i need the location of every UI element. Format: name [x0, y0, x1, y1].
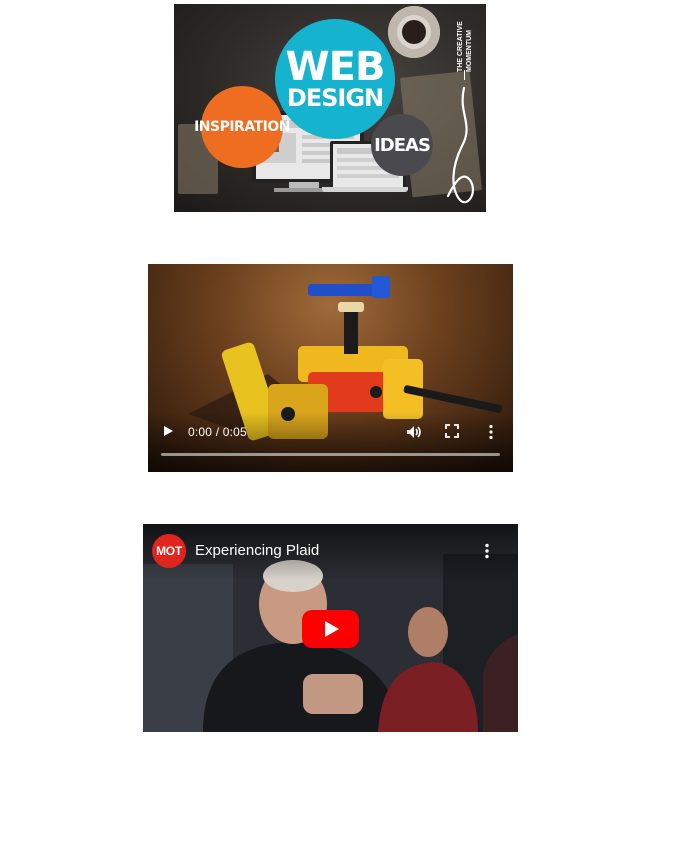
video-controls-bar: 0:00 / 0:05	[148, 422, 513, 442]
youtube-play-icon[interactable]	[302, 610, 359, 648]
youtube-embed[interactable]: MOT Experiencing Plaid	[143, 524, 518, 732]
volume-icon[interactable]	[405, 423, 423, 441]
more-options-icon[interactable]	[488, 424, 494, 440]
web-design-circle: WEB DESIGN	[275, 19, 395, 139]
brand-divider	[464, 70, 465, 80]
ideas-label: IDEAS	[374, 134, 431, 156]
ideas-circle: IDEAS	[371, 114, 433, 176]
play-icon[interactable]	[164, 426, 173, 436]
headline-web: WEB	[285, 44, 386, 90]
web-design-image: WEB DESIGN INSPIRATION IDEAS THE CREATIV…	[174, 4, 486, 212]
progress-track[interactable]	[161, 453, 500, 456]
inspiration-label: INSPIRATION	[194, 119, 290, 135]
headline-design: DESIGN	[286, 84, 384, 112]
channel-avatar-text: MOT	[156, 544, 182, 558]
time-display: 0:00 / 0:05	[188, 425, 247, 439]
fullscreen-icon[interactable]	[445, 424, 459, 438]
video-title-link[interactable]: Experiencing Plaid	[195, 542, 319, 559]
controls-gradient	[148, 412, 513, 472]
coffee-cup-graphic	[388, 6, 440, 58]
inspiration-circle: INSPIRATION	[194, 86, 290, 168]
brand-text: THE CREATIVE MOMENTUM	[457, 21, 473, 72]
more-options-icon[interactable]	[484, 543, 490, 559]
signature-logo	[446, 86, 475, 204]
channel-avatar[interactable]: MOT	[152, 534, 186, 568]
laptop-base	[322, 187, 408, 192]
video-player[interactable]: 0:00 / 0:05	[148, 264, 513, 472]
